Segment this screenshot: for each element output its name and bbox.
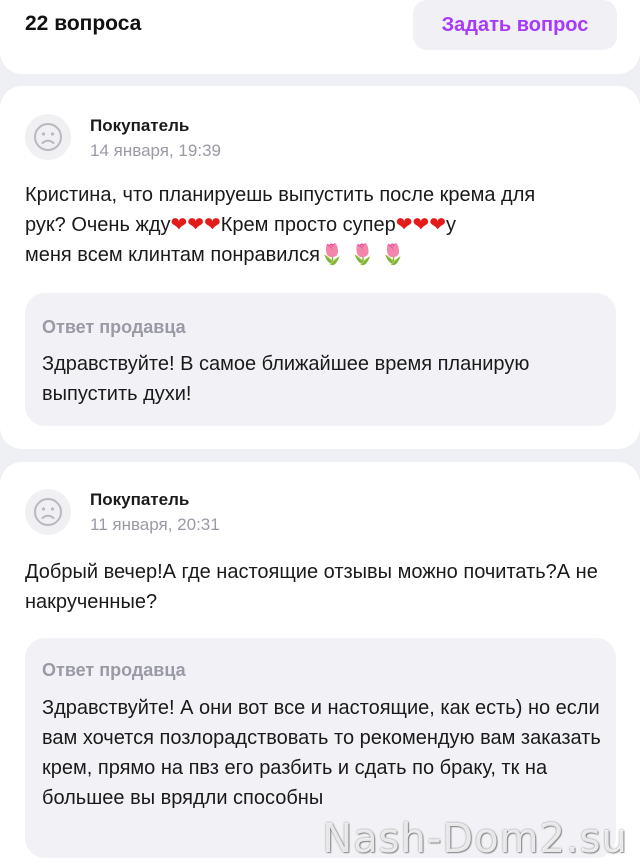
- question-text: Кристина, что планируешь выпустить после…: [25, 184, 536, 266]
- author-name: Покупатель: [90, 116, 190, 135]
- seller-answer: Ответ продавца Здравствуйте! В самое бли…: [25, 293, 616, 426]
- tulip-emoji-icon: 🌷 🌷 🌷: [319, 244, 406, 266]
- question-card: Покупатель 14 января, 19:39 Кристина, чт…: [0, 86, 640, 449]
- answer-label: Ответ продавца: [42, 317, 186, 337]
- answer-text: Здравствуйте! А они вот все и настоящие,…: [42, 697, 601, 809]
- heart-emoji-icon: ❤❤❤: [395, 214, 447, 236]
- sad-face-icon: [25, 489, 71, 535]
- questions-count: 22 вопроса: [25, 12, 142, 35]
- questions-header: 22 вопроса Задать вопрос: [0, 0, 640, 74]
- question-date: 14 января, 19:39: [90, 141, 221, 160]
- author-name: Покупатель: [90, 490, 190, 509]
- question-text: Добрый вечер!А где настоящие отзывы можн…: [25, 561, 598, 613]
- answer-label: Ответ продавца: [42, 660, 186, 680]
- sad-face-icon: [25, 114, 71, 160]
- question-date: 11 января, 20:31: [90, 515, 220, 534]
- ask-question-button[interactable]: Задать вопрос: [413, 0, 617, 50]
- answer-text: Здравствуйте! В самое ближайшее время пл…: [42, 353, 530, 405]
- heart-emoji-icon: ❤❤❤: [170, 214, 221, 236]
- watermark: Nash-Dom2.su: [322, 816, 628, 862]
- question-card: Покупатель 11 января, 20:31 Добрый вечер…: [0, 462, 640, 868]
